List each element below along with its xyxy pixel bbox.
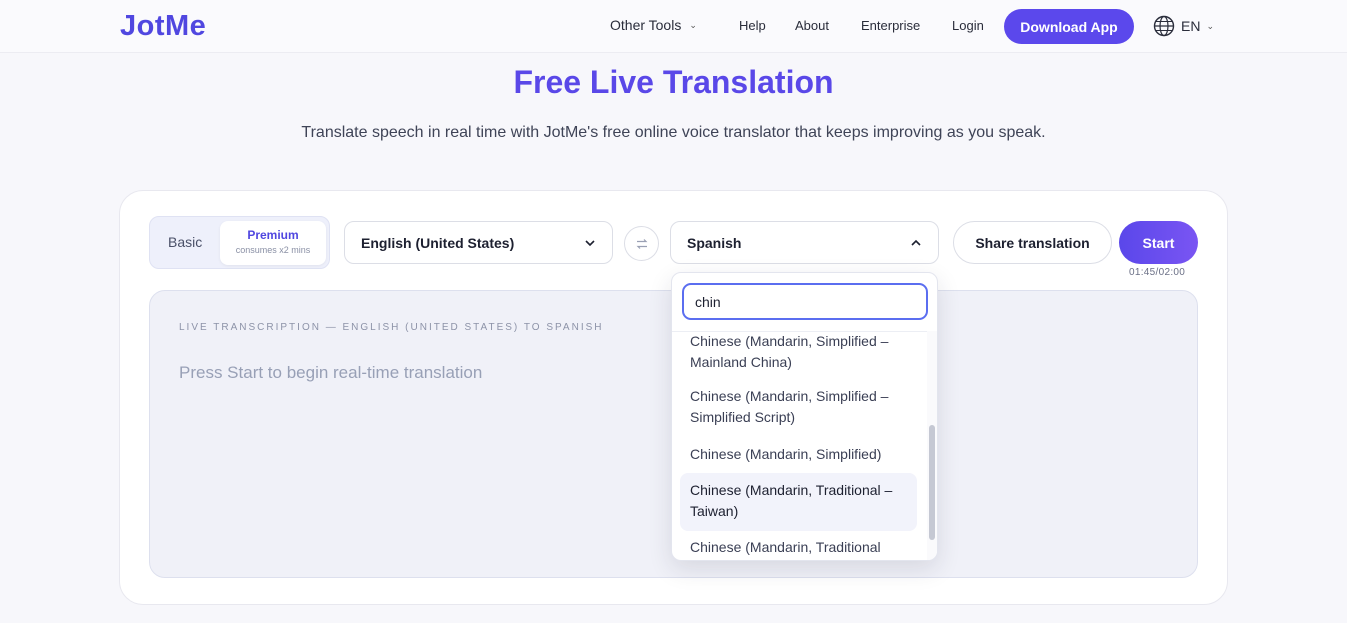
language-option-label: Chinese (Mandarin, Simplified) (690, 446, 882, 462)
swap-languages-button[interactable] (624, 226, 659, 261)
source-language-value: English (United States) (361, 234, 515, 251)
chevron-up-icon (911, 239, 921, 246)
top-navbar: JotMe Other Tools ⌄ Help About Enterpris… (0, 0, 1347, 53)
nav-login[interactable]: Login (952, 18, 984, 33)
download-app-button[interactable]: Download App (1004, 9, 1134, 44)
language-option-label: Chinese (Mandarin, Simplified – Mainland… (690, 333, 889, 370)
target-language-select[interactable]: Spanish (670, 221, 939, 264)
chevron-down-icon: ⌄ (689, 19, 697, 30)
language-option[interactable]: Chinese (Mandarin, Simplified – Simplifi… (680, 386, 917, 436)
language-option-highlighted[interactable]: Chinese (Mandarin, Traditional – Taiwan) (680, 473, 917, 531)
mode-premium-label: Premium (247, 228, 299, 242)
language-code: EN (1181, 18, 1201, 34)
chevron-down-icon: ⌄ (1206, 20, 1214, 31)
share-translation-button[interactable]: Share translation (953, 221, 1112, 264)
source-language-select[interactable]: English (United States) (344, 221, 613, 264)
swap-icon (636, 238, 647, 249)
language-dropdown: Chinese (Mandarin, Simplified – Mainland… (671, 272, 938, 561)
mode-basic-option[interactable]: Basic (168, 234, 202, 250)
language-selector[interactable]: EN ⌄ (1153, 15, 1214, 37)
chevron-down-icon (585, 239, 595, 246)
nav-other-tools-label: Other Tools (610, 17, 682, 33)
mode-premium-note: consumes x2 mins (235, 245, 311, 255)
mode-premium-option[interactable]: Premium consumes x2 mins (220, 221, 326, 265)
nav-enterprise[interactable]: Enterprise (861, 18, 920, 33)
page-subtitle: Translate speech in real time with JotMe… (301, 124, 1046, 141)
language-search-input[interactable] (682, 283, 928, 320)
nav-other-tools[interactable]: Other Tools ⌄ (610, 17, 697, 33)
transcription-label: LIVE TRANSCRIPTION — ENGLISH (UNITED STA… (179, 322, 604, 333)
page-title: Free Live Translation (513, 64, 834, 100)
target-language-value: Spanish (687, 234, 742, 251)
logo[interactable]: JotMe (120, 10, 206, 43)
mode-toggle: Basic Premium consumes x2 mins (149, 216, 330, 269)
start-button[interactable]: Start (1119, 221, 1198, 264)
language-option-label: Chinese (Mandarin, Traditional – Taiwan) (690, 482, 893, 519)
language-option-label: Chinese (Mandarin, Simplified – Simplifi… (690, 388, 889, 425)
language-option[interactable]: Chinese (Mandarin, Traditional (680, 537, 917, 560)
language-option[interactable]: Chinese (Mandarin, Simplified) (680, 444, 917, 468)
nav-about[interactable]: About (795, 18, 829, 33)
nav-help[interactable]: Help (739, 18, 766, 33)
transcription-placeholder: Press Start to begin real-time translati… (179, 363, 483, 382)
language-option-label: Chinese (Mandarin, Traditional (690, 539, 881, 555)
globe-icon (1153, 15, 1175, 37)
language-option[interactable]: Chinese (Mandarin, Simplified – Mainland… (680, 331, 917, 381)
dropdown-scrollbar[interactable] (929, 425, 935, 540)
usage-timer: 01:45/02:00 (1129, 267, 1186, 278)
